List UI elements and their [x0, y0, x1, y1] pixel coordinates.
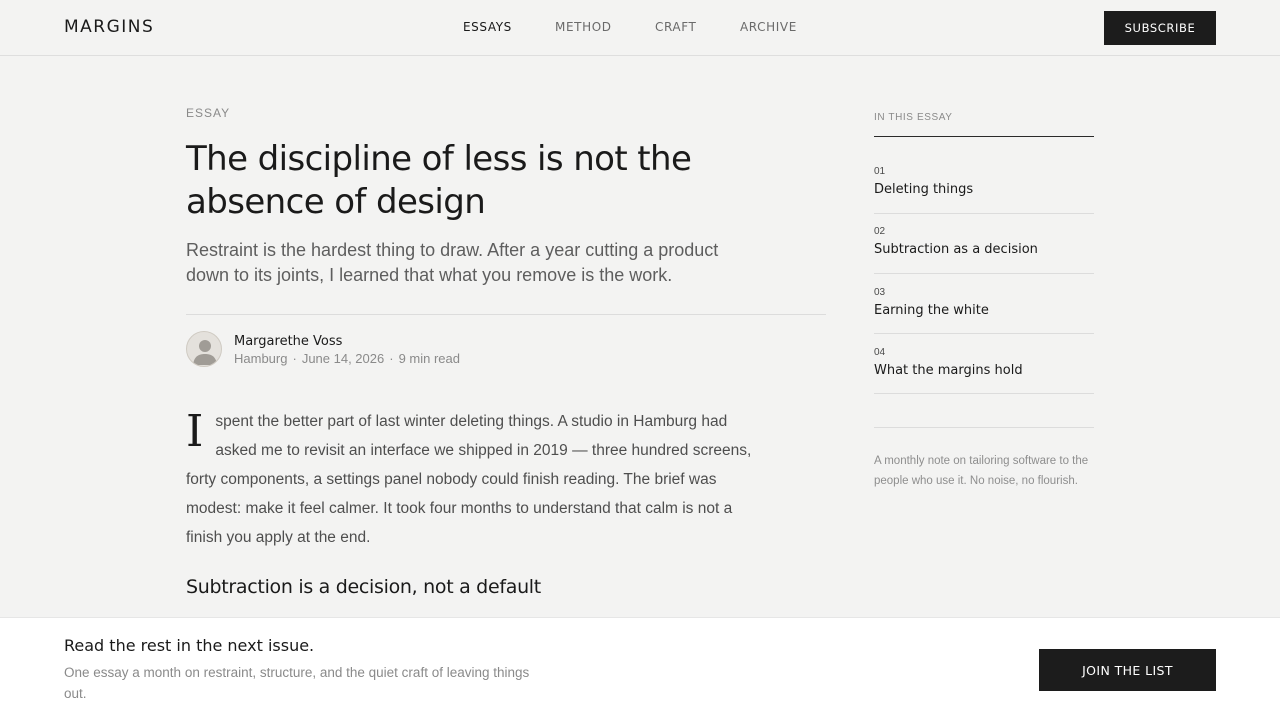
article-title: The discipline of less is not the absenc…	[186, 139, 692, 222]
avatar[interactable]	[186, 331, 222, 367]
toc-heading: IN THIS ESSAY	[874, 112, 953, 123]
toc-item-label: Subtraction as a decision	[874, 242, 1038, 257]
nav-item-archive[interactable]: ARCHIVE	[740, 20, 797, 34]
toc-item-subtraction[interactable]: 02 Subtraction as a decision	[874, 214, 1094, 274]
nav-item-craft[interactable]: CRAFT	[655, 20, 696, 34]
article-divider	[186, 314, 826, 315]
person-icon	[193, 340, 217, 365]
main-nav: ESSAYS METHOD CRAFT ARCHIVE	[0, 20, 1280, 40]
drop-cap: I	[186, 406, 204, 457]
toc-item-deleting-things[interactable]: 01 Deleting things	[874, 154, 1094, 214]
toc-item-earning-the-white[interactable]: 03 Earning the white	[874, 274, 1094, 334]
join-list-button[interactable]: JOIN THE LIST	[1039, 649, 1216, 691]
publish-date: June 14, 2026	[301, 351, 385, 366]
section-heading: Subtraction is a decision, not a default	[186, 576, 541, 598]
author-location: Hamburg	[234, 351, 288, 366]
subscribe-button[interactable]: SUBSCRIBE	[1104, 11, 1216, 45]
body-paragraph: spent the better part of last winter del…	[186, 413, 752, 546]
nav-item-essays[interactable]: ESSAYS	[463, 20, 512, 34]
banner-title: Read the rest in the next issue.	[64, 636, 315, 655]
article-body: Ispent the better part of last winter de…	[186, 407, 766, 552]
toc-item-number: 03	[874, 287, 886, 298]
toc-item-label: Deleting things	[874, 182, 974, 197]
article-dek: Restraint is the hardest thing to draw. …	[186, 240, 719, 285]
read-time: 9 min read	[398, 351, 460, 366]
meta-separator: ·	[292, 351, 297, 366]
newsletter-banner: Read the rest in the next issue. One ess…	[0, 617, 1280, 720]
sidebar-note: A monthly note on tailoring software to …	[874, 455, 1089, 487]
toc-item-number: 01	[874, 166, 886, 177]
site-header: MARGINS ESSAYS METHOD CRAFT ARCHIVE SUBS…	[0, 0, 1280, 56]
author-name[interactable]: Margarethe Voss	[234, 334, 342, 349]
banner-text: One essay a month on restraint, structur…	[64, 665, 530, 701]
sidebar-divider	[874, 427, 1094, 428]
toc-item-number: 04	[874, 347, 886, 358]
toc-divider	[874, 136, 1094, 137]
toc-item-label: Earning the white	[874, 303, 989, 318]
nav-item-method[interactable]: METHOD	[555, 20, 612, 34]
article-kicker: ESSAY	[186, 106, 231, 120]
meta-separator: ·	[389, 351, 394, 366]
article-meta: Hamburg · June 14, 2026 · 9 min read	[234, 351, 460, 366]
toc-item-label: What the margins hold	[874, 363, 1023, 378]
toc-item-number: 02	[874, 226, 886, 237]
toc-item-margins-hold[interactable]: 04 What the margins hold	[874, 334, 1094, 394]
